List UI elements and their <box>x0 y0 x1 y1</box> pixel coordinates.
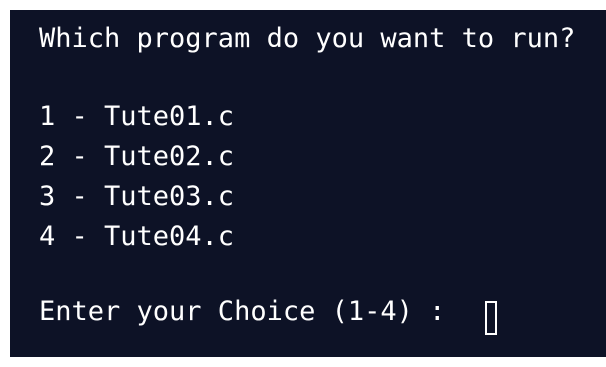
text-cursor[interactable] <box>485 301 497 335</box>
program-prompt: Which program do you want to run? <box>39 23 576 54</box>
menu-option-4: 4 - Tute04.c <box>39 221 235 252</box>
choice-entry-prompt: Enter your Choice (1-4) : <box>39 296 446 327</box>
terminal-window: Which program do you want to run? 1 - Tu… <box>10 10 606 357</box>
menu-option-2: 2 - Tute02.c <box>39 141 235 172</box>
menu-option-1: 1 - Tute01.c <box>39 101 235 132</box>
menu-option-3: 3 - Tute03.c <box>39 181 235 212</box>
